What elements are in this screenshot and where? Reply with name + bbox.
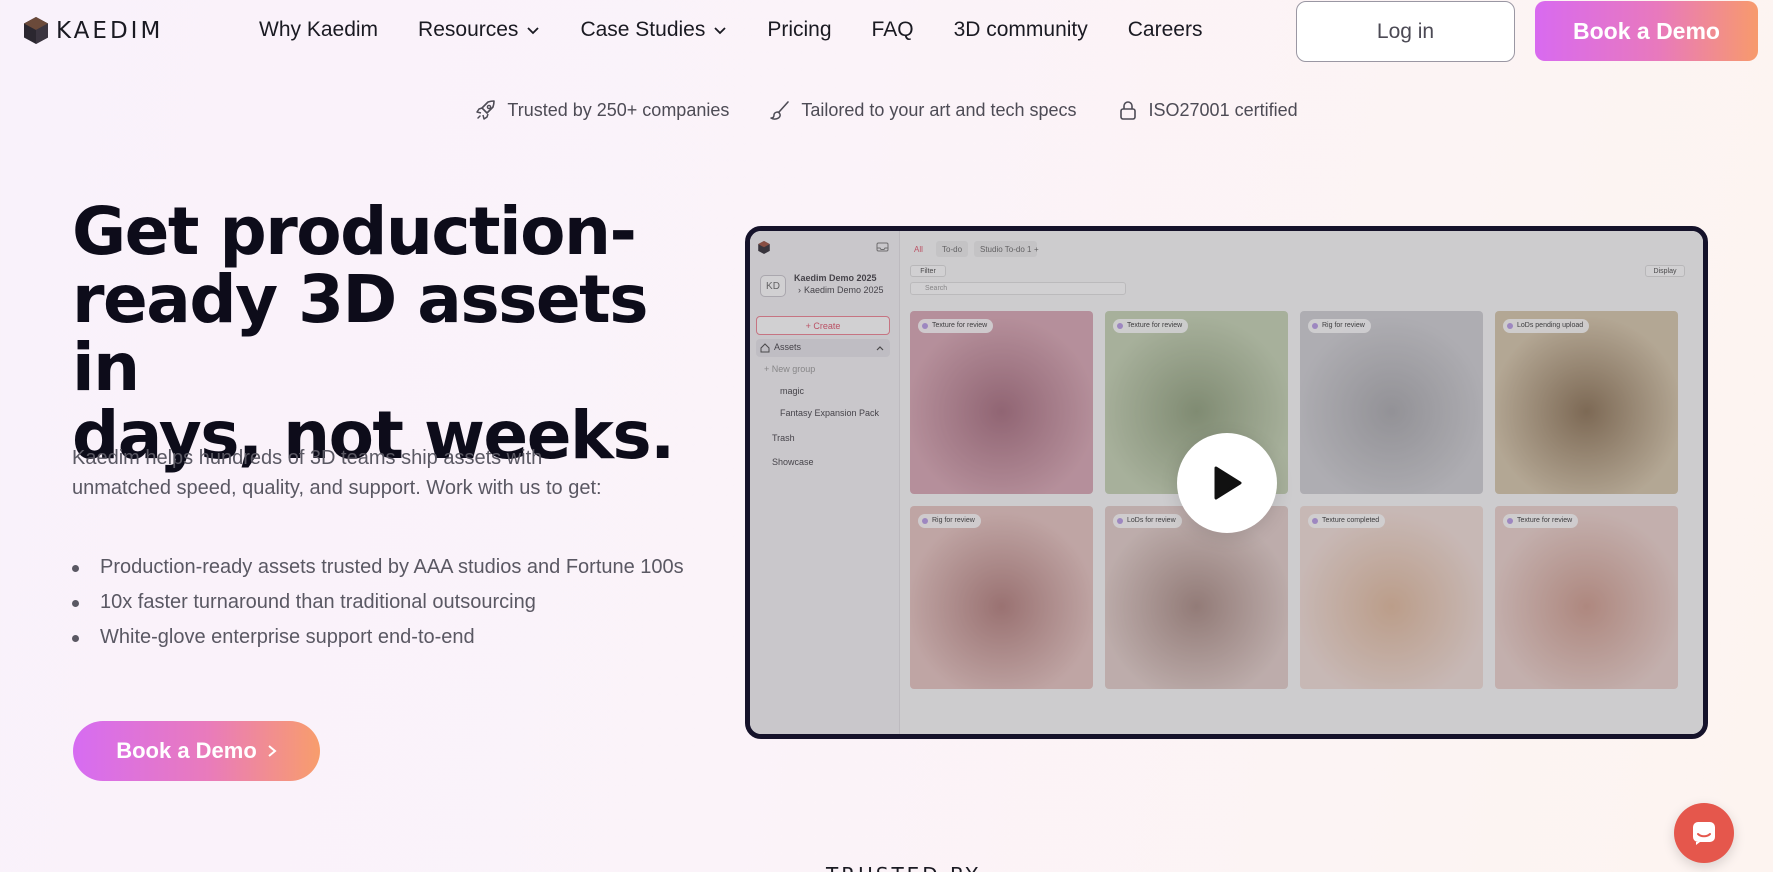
filter-button: Filter [910, 265, 946, 277]
showcase-item: Showcase [772, 457, 814, 467]
chevron-right-icon [268, 745, 277, 757]
nav-resources[interactable]: Resources [418, 18, 540, 42]
nav-link-label: Case Studies [580, 18, 706, 41]
top-nav: KAEDIM Why Kaedim Resources Case Studies… [0, 0, 1773, 62]
trash-item: Trash [772, 433, 795, 443]
trust-badges: Trusted by 250+ companies Tailored to yo… [0, 99, 1773, 121]
kaedim-logo-icon [24, 17, 48, 44]
asset-card: Rig for review [1300, 311, 1483, 494]
inbox-icon [876, 242, 889, 252]
nav-links: Why Kaedim Resources Case Studies Pricin… [259, 18, 1242, 42]
chat-icon [1693, 822, 1715, 845]
nav-pricing[interactable]: Pricing [767, 18, 831, 42]
book-demo-nav-button[interactable]: Book a Demo [1535, 1, 1758, 61]
create-button: + Create [756, 316, 890, 335]
rocket-icon [476, 100, 496, 120]
nav-link-label: FAQ [871, 18, 914, 41]
group-item: magic [780, 386, 805, 396]
home-icon [760, 343, 770, 353]
avatar: KD [760, 275, 786, 297]
bullet-item: 10x faster turnaround than traditional o… [72, 587, 692, 617]
status-badge: Texture for review [1503, 514, 1579, 528]
nav-careers[interactable]: Careers [1128, 18, 1203, 42]
nav-case-studies[interactable]: Case Studies [580, 18, 727, 42]
chevron-up-icon [876, 346, 884, 351]
asset-card: Texture for review [910, 311, 1093, 494]
workspace-title: Kaedim Demo 2025 [794, 273, 877, 283]
lock-icon [1119, 101, 1136, 120]
bullet-item: White-glove enterprise support end-to-en… [72, 622, 692, 652]
nav-3d-community[interactable]: 3D community [954, 18, 1088, 42]
nav-why-kaedim[interactable]: Why Kaedim [259, 18, 378, 42]
workspace-sub-label: Kaedim Demo 2025 [804, 285, 884, 295]
hero-title-line: ready 3D assets in [72, 261, 648, 406]
asset-card: Texture completed [1300, 506, 1483, 689]
chat-launcher-button[interactable] [1674, 803, 1734, 863]
brand-logo[interactable]: KAEDIM [24, 17, 163, 44]
app-main: All To-do Studio To-do 1 + Filter Search… [900, 231, 1703, 734]
display-button: Display [1645, 265, 1685, 277]
tab-all: All [914, 244, 923, 254]
play-icon [1214, 466, 1242, 500]
status-badge: Texture for review [1113, 319, 1189, 333]
brush-icon [770, 101, 790, 120]
trust-item: Tailored to your art and tech specs [769, 99, 1077, 121]
nav-link-label: Pricing [767, 18, 832, 41]
assets-label: Assets [774, 342, 802, 352]
chevron-down-icon [714, 27, 726, 35]
trusted-by-heading: TRUSTED BY [826, 863, 981, 872]
search-input: Search [910, 282, 1126, 295]
status-badge: LoDs for review [1113, 514, 1182, 528]
trust-item: ISO27001 certified [1117, 99, 1298, 121]
trust-text: ISO27001 certified [1148, 99, 1298, 120]
hero-title-line: Get production- [72, 193, 637, 270]
nav-link-label: Resources [418, 18, 519, 41]
asset-card: Texture for review [1495, 506, 1678, 689]
new-group-item: + New group [764, 364, 816, 374]
nav-link-label: 3D community [953, 18, 1088, 41]
nav-link-label: Careers [1127, 18, 1203, 41]
nav-link-label: Why Kaedim [259, 18, 379, 41]
chevron-down-icon [527, 27, 540, 35]
trust-text: Trusted by 250+ companies [507, 99, 730, 120]
asset-card: LoDs pending upload [1495, 311, 1678, 494]
hero-title: Get production- ready 3D assets in days,… [72, 198, 712, 470]
book-demo-hero-button[interactable]: Book a Demo [73, 721, 320, 781]
group-item: Fantasy Expansion Pack [780, 408, 880, 418]
trust-item: Trusted by 250+ companies [475, 99, 729, 121]
bullet-item: Production-ready assets trusted by AAA s… [72, 552, 692, 582]
status-badge: Rig for review [918, 514, 981, 528]
app-sidebar: KD Kaedim Demo 2025 › Kaedim Demo 2025 + … [750, 231, 900, 734]
status-badge: Texture completed [1308, 514, 1386, 528]
play-video-button[interactable] [1177, 433, 1277, 533]
hero-bullets: Production-ready assets trusted by AAA s… [72, 552, 692, 657]
assets-nav-item: Assets [756, 339, 890, 357]
cta-label: Book a Demo [116, 738, 257, 763]
asset-card: LoDs for review [1105, 506, 1288, 689]
status-badge: LoDs pending upload [1503, 319, 1590, 333]
tab-todo: To-do [936, 241, 969, 257]
login-button[interactable]: Log in [1296, 1, 1515, 62]
tab-add: + [1034, 244, 1039, 254]
trust-text: Tailored to your art and tech specs [801, 99, 1077, 120]
workspace-sub: › Kaedim Demo 2025 [798, 285, 884, 295]
nav-faq[interactable]: FAQ [872, 18, 914, 42]
asset-card: Rig for review [910, 506, 1093, 689]
kaedim-logo-icon [758, 241, 770, 254]
status-badge: Rig for review [1308, 319, 1371, 333]
status-badge: Texture for review [918, 319, 994, 333]
hero-description: Kaedim helps hundreds of 3D teams ship a… [72, 447, 602, 499]
brand-name: KAEDIM [56, 17, 164, 44]
